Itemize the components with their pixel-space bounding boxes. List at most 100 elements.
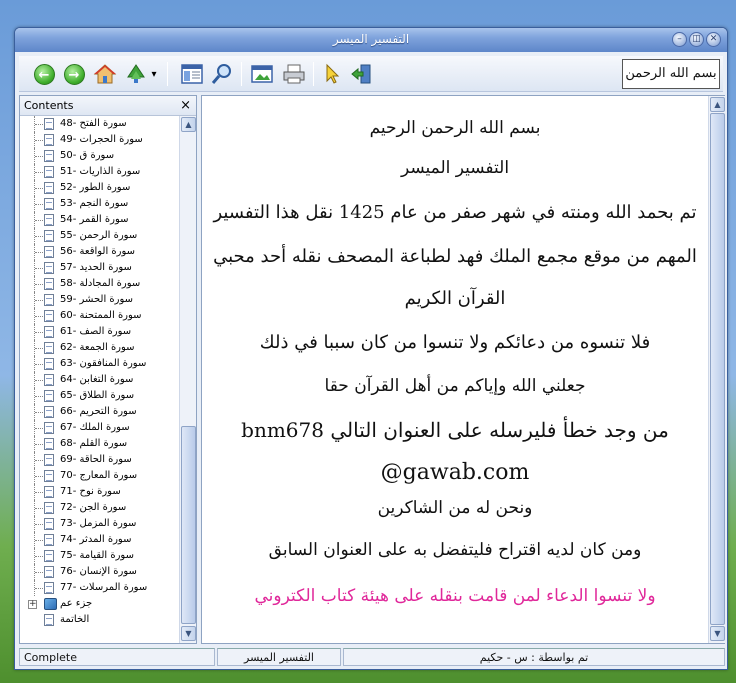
document-icon [44,150,54,162]
tree-item-label: سورة المعارج -70 [60,470,138,481]
status-bar: Complete التفسير الميسر تم بواسطة : س - … [19,648,725,667]
tree-item-surah[interactable]: سورة القلم -68 [20,436,178,452]
tree-item-folder[interactable]: + جزء عم [20,596,178,612]
search-icon [211,64,231,84]
printer-icon [283,64,305,84]
cursor-arrow-icon [326,63,340,84]
tree-item-label: سورة الصف -61 [60,326,132,337]
content-line: من وجد خطأ فليرسله على العنوان التالي bn… [241,418,669,442]
close-icon[interactable]: × [180,96,191,116]
tree-item-label: سورة الطور -52 [60,182,131,193]
tree-item-surah[interactable]: سورة الطلاق -65 [20,388,178,404]
home-button[interactable] [92,61,118,87]
document-icon [44,342,54,354]
content-view: بسم الله الرحمن الرحيم التفسير الميسر تم… [201,95,725,644]
exit-button[interactable] [349,61,375,87]
tree-item-surah[interactable]: سورة الجن -72 [20,500,178,516]
tree-item-surah[interactable]: سورة النجم -53 [20,196,178,212]
close-button[interactable]: ✕ [706,32,721,47]
tree-item-label: سورة الممتحنة -60 [60,310,142,321]
tree-item-label: سورة الواقعة -56 [60,246,136,257]
document-icon [44,310,54,322]
document-icon [44,118,54,130]
tree-item-label: سورة النجم -53 [60,198,129,209]
content-line: تم بحمد الله ومنته في شهر صفر من عام 142… [213,202,697,223]
tree-item-surah[interactable]: سورة الحجرات -49 [20,132,178,148]
restore-button[interactable]: ◫ [689,32,704,47]
tree-item-surah[interactable]: سورة الجمعة -62 [20,340,178,356]
content-line: التفسير الميسر [400,158,510,178]
minimize-button[interactable]: – [672,32,687,47]
back-arrow-icon: ← [33,63,55,85]
tree-item-surah[interactable]: سورة الواقعة -56 [20,244,178,260]
tree-item-label: سورة الحاقة -69 [60,454,132,465]
tree-item-label: سورة ق -50 [60,150,115,161]
tree-item-surah[interactable]: سورة الرحمن -55 [20,228,178,244]
tree-item-surah[interactable]: سورة الصف -61 [20,324,178,340]
tree-item-surah[interactable]: سورة الممتحنة -60 [20,308,178,324]
tree-item-surah[interactable]: سورة المجادلة -58 [20,276,178,292]
tree-item-surah[interactable]: سورة المرسلات -77 [20,580,178,596]
tree-item-surah[interactable]: سورة نوح -71 [20,484,178,500]
tree-item-final[interactable]: الخاتمة [20,612,178,628]
content-scrollbar[interactable]: ▲ ▼ [708,96,725,643]
back-button[interactable]: ← [31,61,57,87]
tree-item-surah[interactable]: سورة الحشر -59 [20,292,178,308]
home-icon [93,64,117,84]
options-button[interactable] [249,61,275,87]
contents-panel-header: Contents × [20,96,196,116]
document-icon [44,534,54,546]
locate-button[interactable] [123,61,149,87]
contents-tree: سورة الفتح -48 سورة الحجرات -49 سورة ق -50… [20,116,178,643]
toggle-contents-button[interactable] [179,61,205,87]
scroll-down-icon[interactable]: ▼ [181,626,196,641]
tree-item-surah[interactable]: سورة المدثر -74 [20,532,178,548]
document-icon [44,358,54,370]
locate-dropdown[interactable]: ▾ [147,61,161,87]
content-line: المهم من موقع مجمع الملك فهد لطباعة المص… [213,246,697,267]
search-button[interactable] [209,61,235,87]
tree-item-label: سورة الذاريات -51 [60,166,141,177]
scroll-thumb[interactable] [710,113,725,625]
tree-item-surah[interactable]: سورة المعارج -70 [20,468,178,484]
tree-item-surah[interactable]: سورة ق -50 [20,148,178,164]
tree-item-label: سورة المنافقون -63 [60,358,147,369]
forward-button[interactable]: → [61,61,87,87]
document-icon [44,262,54,274]
document-icon [44,470,54,482]
document-icon [44,278,54,290]
document-icon [44,438,54,450]
title-bar[interactable]: التفسير الميسر – ◫ ✕ [15,28,727,52]
tree-item-label: سورة القلم -68 [60,438,128,449]
tree-item-surah[interactable]: سورة الحديد -57 [20,260,178,276]
tree-item-surah[interactable]: سورة التحريم -66 [20,404,178,420]
document-icon [44,502,54,514]
document-icon [44,454,54,466]
tree-item-surah[interactable]: سورة الإنسان -76 [20,564,178,580]
tree-item-surah[interactable]: سورة الفتح -48 [20,116,178,132]
tree-item-surah[interactable]: سورة الملك -67 [20,420,178,436]
scroll-up-icon[interactable]: ▲ [181,117,196,132]
tree-item-surah[interactable]: سورة المنافقون -63 [20,356,178,372]
document-icon [44,566,54,578]
tree-item-label: سورة الملك -67 [60,422,130,433]
expand-icon[interactable]: + [28,600,37,609]
status-right: تم بواسطة : س - حكيم [343,648,725,666]
bismillah-logo: بسم الله الرحمن الرحيم [622,59,720,89]
scroll-up-icon[interactable]: ▲ [710,97,725,112]
exit-door-icon [351,64,371,84]
tree-item-surah[interactable]: سورة الطور -52 [20,180,178,196]
scroll-thumb[interactable] [181,426,196,624]
tree-item-label: سورة الحجرات -49 [60,134,143,145]
scroll-down-icon[interactable]: ▼ [710,626,725,641]
tree-item-surah[interactable]: سورة المزمل -73 [20,516,178,532]
tree-item-surah[interactable]: سورة الحاقة -69 [20,452,178,468]
contents-scrollbar[interactable]: ▲ ▼ [179,116,196,643]
tree-item-label: سورة المجادلة -58 [60,278,141,289]
tree-item-surah[interactable]: سورة التغابن -64 [20,372,178,388]
tree-item-surah[interactable]: سورة القمر -54 [20,212,178,228]
tree-item-surah[interactable]: سورة الذاريات -51 [20,164,178,180]
pointer-button[interactable] [319,61,345,87]
tree-item-surah[interactable]: سورة القيامة -75 [20,548,178,564]
print-button[interactable] [281,61,307,87]
